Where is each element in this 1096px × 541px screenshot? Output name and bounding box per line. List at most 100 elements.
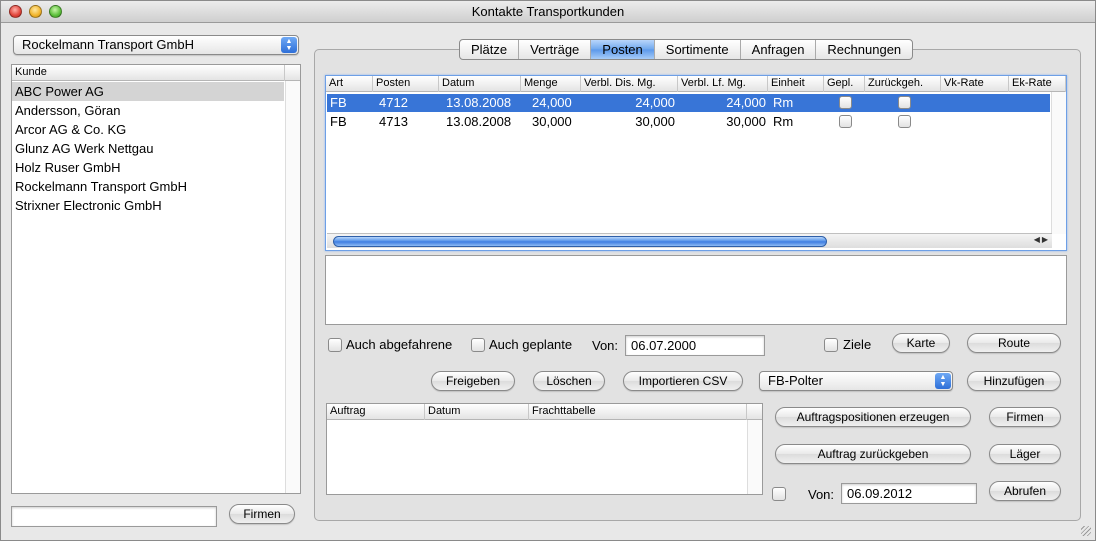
laeger-button[interactable]: Läger (989, 444, 1061, 464)
posten-cell-menge: 30,000 (532, 114, 572, 129)
auftragspositionen-erzeugen-button[interactable]: Auftragspositionen erzeugen (775, 407, 971, 427)
tab-plaetze[interactable]: Plätze (460, 40, 520, 59)
zurueckgeh-checkbox[interactable] (898, 115, 911, 128)
von-date-value: 06.07.2000 (631, 338, 697, 353)
posten-cell-art: FB (330, 114, 347, 129)
type-popup-arrows-icon: ▲ ▼ (935, 373, 951, 389)
minimize-window-icon[interactable] (29, 5, 42, 18)
col-auftrag[interactable]: Auftrag (327, 404, 425, 420)
col-verbl-lf[interactable]: Verbl. Lf. Mg. (678, 76, 768, 92)
tab-sortimente[interactable]: Sortimente (655, 40, 741, 59)
tab-anfragen[interactable]: Anfragen (741, 40, 817, 59)
col-zurueckgeh[interactable]: Zurückgeh. (865, 76, 941, 92)
posten-table[interactable]: Art Posten Datum Menge Verbl. Dis. Mg. V… (325, 75, 1067, 251)
posten-cell-art: FB (330, 95, 347, 110)
kunde-list-header[interactable]: Kunde (12, 65, 300, 81)
posten-cell-posten: 4713 (379, 114, 408, 129)
col-datum[interactable]: Datum (439, 76, 521, 92)
gepl-checkbox[interactable] (839, 96, 852, 109)
posten-vscroll[interactable] (1051, 92, 1066, 234)
tab-rechnungen[interactable]: Rechnungen (816, 40, 912, 59)
title-bar: Kontakte Transportkunden (1, 1, 1095, 23)
col-ek-rate[interactable]: Ek-Rate (1009, 76, 1066, 92)
hinzufuegen-button[interactable]: Hinzufügen (967, 371, 1061, 391)
app-window: Kontakte Transportkunden Rockelmann Tran… (0, 0, 1096, 541)
route-button[interactable]: Route (967, 333, 1061, 353)
auch-abgefahrene-label: Auch abgefahrene (346, 337, 453, 352)
col-art[interactable]: Art (326, 76, 373, 92)
posten-cell-dis: 24,000 (635, 95, 675, 110)
detail-textarea[interactable] (325, 255, 1067, 325)
tab-posten[interactable]: Posten (591, 40, 655, 59)
customer-popup-value: Rockelmann Transport GmbH (22, 37, 194, 52)
auftrag-von-date-input[interactable]: 06.09.2012 (841, 483, 977, 504)
kunde-search-input[interactable] (11, 506, 217, 527)
gepl-checkbox[interactable] (839, 115, 852, 128)
abrufen-button[interactable]: Abrufen (989, 481, 1061, 501)
posten-hscroll[interactable]: ◀▶ (327, 233, 1052, 248)
posten-cell-posten: 4712 (379, 95, 408, 110)
col-gepl[interactable]: Gepl. (824, 76, 865, 92)
col-auftrag-datum[interactable]: Datum (425, 404, 529, 420)
col-verbl-dis[interactable]: Verbl. Dis. Mg. (581, 76, 678, 92)
zurueckgeh-checkbox[interactable] (898, 96, 911, 109)
kunde-list-scrollbar[interactable] (285, 81, 300, 493)
kunde-list-item[interactable]: Strixner Electronic GmbH (12, 196, 284, 215)
posten-table-header: Art Posten Datum Menge Verbl. Dis. Mg. V… (326, 76, 1066, 92)
posten-cell-einheit: Rm (773, 95, 794, 110)
type-popup[interactable]: FB-Polter ▲ ▼ (759, 371, 953, 391)
auch-abgefahrene-checkbox[interactable] (328, 338, 342, 352)
auftrag-von-checkbox[interactable] (772, 487, 786, 501)
col-frachttabelle[interactable]: Frachttabelle (529, 404, 747, 420)
posten-row[interactable]: FB 4712 13.08.2008 24,000 24,000 24,000 Rm (327, 94, 1050, 112)
kunde-list[interactable]: Kunde ABC Power AG Andersson, Göran Arcor … (11, 64, 301, 494)
close-window-icon[interactable] (9, 5, 22, 18)
auftrag-von-date-value: 06.09.2012 (847, 486, 913, 501)
ziele-label: Ziele (843, 337, 872, 352)
zoom-window-icon[interactable] (49, 5, 62, 18)
posten-cell-einheit: Rm (773, 114, 794, 129)
col-menge[interactable]: Menge (521, 76, 581, 92)
posten-cell-lf: 24,000 (726, 95, 766, 110)
tab-bar: Plätze Verträge Posten Sortimente Anfrag… (459, 39, 914, 60)
auftrag-vscroll[interactable] (747, 420, 762, 494)
hscroll-arrows-icon[interactable]: ◀▶ (1034, 235, 1050, 244)
tab-vertraege[interactable]: Verträge (519, 40, 592, 59)
posten-cell-datum: 13.08.2008 (446, 95, 512, 110)
kunde-list-item[interactable]: Rockelmann Transport GmbH (12, 177, 284, 196)
window-title: Kontakte Transportkunden (471, 4, 625, 19)
importieren-csv-button[interactable]: Importieren CSV (623, 371, 743, 391)
posten-cell-menge: 24,000 (532, 95, 572, 110)
posten-row[interactable]: FB 4713 13.08.2008 30,000 30,000 30,000 Rm (327, 113, 1050, 131)
kunde-list-item[interactable]: Arcor AG & Co. KG (12, 120, 284, 139)
col-vk-rate[interactable]: Vk-Rate (941, 76, 1009, 92)
kunde-column-header[interactable]: Kunde (12, 65, 285, 81)
kunde-list-item[interactable]: ABC Power AG (12, 82, 284, 101)
auftrag-von-label: Von: (808, 487, 835, 502)
resize-grip-icon[interactable] (1081, 526, 1091, 536)
col-einheit[interactable]: Einheit (768, 76, 824, 92)
left-firmen-button[interactable]: Firmen (229, 504, 295, 524)
customer-popup[interactable]: Rockelmann Transport GmbH ▲ ▼ (13, 35, 299, 55)
von-label: Von: (592, 338, 619, 353)
auch-geplante-checkbox[interactable] (471, 338, 485, 352)
auftrag-table[interactable]: Auftrag Datum Frachttabelle (326, 403, 763, 495)
posten-cell-lf: 30,000 (726, 114, 766, 129)
kunde-list-item[interactable]: Andersson, Göran (12, 101, 284, 120)
posten-cell-dis: 30,000 (635, 114, 675, 129)
firmen-button[interactable]: Firmen (989, 407, 1061, 427)
auftrag-table-header: Auftrag Datum Frachttabelle (327, 404, 762, 420)
type-popup-value: FB-Polter (768, 373, 823, 388)
ziele-checkbox[interactable] (824, 338, 838, 352)
auftrag-zurueckgeben-button[interactable]: Auftrag zurückgeben (775, 444, 971, 464)
posten-cell-datum: 13.08.2008 (446, 114, 512, 129)
freigeben-button[interactable]: Freigeben (431, 371, 515, 391)
kunde-list-item[interactable]: Holz Ruser GmbH (12, 158, 284, 177)
kunde-list-item[interactable]: Glunz AG Werk Nettgau (12, 139, 284, 158)
col-posten[interactable]: Posten (373, 76, 439, 92)
loeschen-button[interactable]: Löschen (533, 371, 605, 391)
von-date-input[interactable]: 06.07.2000 (625, 335, 765, 356)
posten-hscroll-thumb[interactable] (333, 236, 827, 247)
popup-arrows-icon: ▲ ▼ (281, 37, 297, 53)
karte-button[interactable]: Karte (892, 333, 950, 353)
